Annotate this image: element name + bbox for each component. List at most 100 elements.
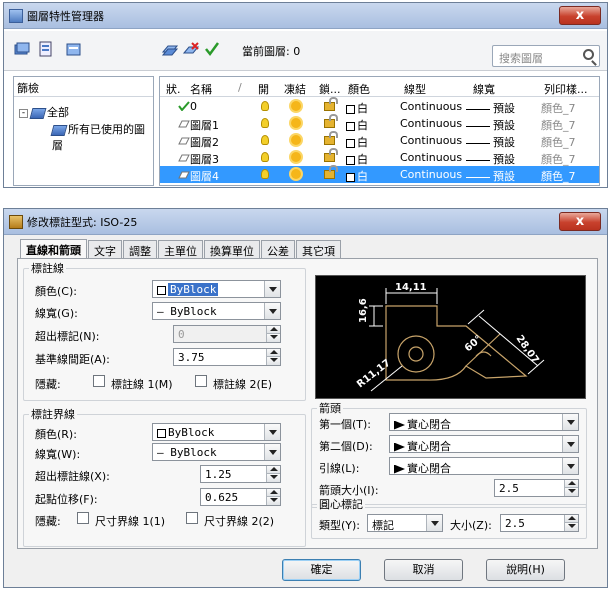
layer-color[interactable]: 白 [357,170,368,183]
dimstyle-titlebar[interactable]: 修改標註型式: ISO-25 x [4,209,607,235]
extline-lineweight-select[interactable]: — ByBlock [152,443,281,461]
tab-text[interactable]: 文字 [88,240,122,259]
layer-lineweight[interactable]: 預設 [493,170,515,183]
layer-color[interactable]: 白 [357,102,368,115]
delete-layer-icon[interactable] [183,41,199,57]
layer-lineweight[interactable]: 預設 [493,153,515,166]
color-swatch-icon[interactable] [346,172,355,182]
sun-icon[interactable] [291,169,301,179]
col-on[interactable]: 開 [258,81,269,97]
layer-manager-close-button[interactable]: x [559,6,601,25]
sun-icon[interactable] [291,118,301,128]
col-name[interactable]: 名稱 [190,81,212,97]
color-swatch-icon[interactable] [346,104,355,114]
dropdown-arrow-icon[interactable] [426,515,442,531]
dimstyle-close-button[interactable]: x [559,212,601,231]
dropdown-arrow-icon[interactable] [562,458,578,474]
col-lock[interactable]: 鎖... [319,81,341,97]
spin-down-icon[interactable] [266,474,280,482]
tab-others[interactable]: 其它項 [296,240,341,259]
col-plotstyle[interactable]: 列印樣... [544,81,588,97]
layer-lineweight[interactable]: 預設 [493,136,515,149]
col-freeze[interactable]: 凍結 [284,81,306,97]
center-size-spinner[interactable]: 2.5 [500,514,579,532]
layer-lineweight[interactable]: 預設 [493,102,515,115]
layer-name[interactable]: 圖層3 [190,151,219,167]
lock-icon[interactable] [324,148,338,162]
spin-up-icon[interactable] [564,515,578,523]
suppress-dimline1-checkbox[interactable] [93,375,105,387]
sun-icon[interactable] [291,152,301,162]
layer-row[interactable]: 圖層2 白 Continuous 預設 顏色_7 [160,131,599,150]
layer-manager-titlebar[interactable]: 圖層特性管理器 x [4,3,607,29]
sun-icon[interactable] [291,135,301,145]
layer-color[interactable]: 白 [357,119,368,132]
layer-linetype[interactable]: Continuous [400,117,462,130]
center-type-select[interactable]: 標記 [367,514,443,532]
layer-search-input[interactable]: 搜索圖層 [492,45,600,67]
layer-name[interactable]: 圖層4 [190,168,219,184]
leader-arrow-select[interactable]: 實心閉合 [389,457,579,475]
layer-linetype[interactable]: Continuous [400,168,462,181]
spin-down-icon[interactable] [564,488,578,496]
suppress-dimline2-checkbox[interactable] [195,375,207,387]
dimline-lineweight-select[interactable]: — ByBlock [152,302,281,320]
new-filter-icon[interactable] [14,41,30,57]
layer-linetype[interactable]: Continuous [400,134,462,147]
color-swatch-icon[interactable] [346,155,355,165]
color-swatch-icon[interactable] [346,121,355,131]
second-arrow-select[interactable]: 實心閉合 [389,435,579,453]
spin-up-icon[interactable] [564,480,578,488]
dropdown-arrow-icon[interactable] [562,436,578,452]
tab-tolerances[interactable]: 公差 [261,240,295,259]
col-linetype[interactable]: 線型 [404,81,426,97]
lock-icon[interactable] [324,114,338,128]
set-current-icon[interactable] [204,41,220,57]
dropdown-arrow-icon[interactable] [562,414,578,430]
spin-up-icon[interactable] [266,466,280,474]
layer-row[interactable]: 圖層1 白 Continuous 預設 顏色_7 [160,114,599,133]
dropdown-arrow-icon[interactable] [264,281,280,297]
light-bulb-icon[interactable] [261,101,269,111]
extend-beyond-spinner[interactable]: 1.25 [200,465,281,483]
spin-down-icon[interactable] [266,497,280,505]
dropdown-arrow-icon[interactable] [264,424,280,440]
lock-icon[interactable] [324,97,338,111]
col-status[interactable]: 狀. [166,81,181,97]
layer-name[interactable]: 圖層2 [190,134,219,150]
light-bulb-icon[interactable] [261,169,269,179]
spin-up-icon[interactable] [266,489,280,497]
light-bulb-icon[interactable] [261,135,269,145]
layer-states-icon[interactable] [66,41,82,57]
layer-name[interactable]: 圖層1 [190,117,219,133]
tab-fit[interactable]: 調整 [123,240,157,259]
layer-color[interactable]: 白 [357,136,368,149]
layer-name[interactable]: 0 [190,100,197,113]
layer-row[interactable]: 圖層4 白 Continuous 預設 顏色_7 [160,165,599,184]
ok-button[interactable]: 確定 [282,559,361,581]
lock-icon[interactable] [324,165,338,179]
col-lineweight[interactable]: 線寬 [473,81,495,97]
dimline-color-select[interactable]: ByBlock [152,280,281,298]
tab-primary-units[interactable]: 主單位 [158,240,203,259]
new-layer-icon[interactable] [162,41,178,57]
layer-row[interactable]: 圖層3 白 Continuous 預設 顏色_7 [160,148,599,167]
extline-color-select[interactable]: ByBlock [152,423,281,441]
tree-node-all[interactable]: - 全部 [19,104,69,120]
origin-offset-spinner[interactable]: 0.625 [200,488,281,506]
col-color[interactable]: 顏色 [348,81,370,97]
spin-down-icon[interactable] [564,523,578,531]
sun-icon[interactable] [291,101,301,111]
color-swatch-icon[interactable] [346,138,355,148]
lock-icon[interactable] [324,131,338,145]
dropdown-arrow-icon[interactable] [264,444,280,460]
tree-node-used[interactable]: 所有已使用的圖層 [50,121,153,153]
group-filter-icon[interactable] [38,41,54,57]
suppress-extline1-checkbox[interactable] [77,512,89,524]
cancel-button[interactable]: 取消 [384,559,463,581]
layer-linetype[interactable]: Continuous [400,100,462,113]
tab-lines-arrows[interactable]: 直線和箭頭 [20,239,87,259]
light-bulb-icon[interactable] [261,118,269,128]
spin-down-icon[interactable] [266,357,280,365]
dropdown-arrow-icon[interactable] [264,303,280,319]
